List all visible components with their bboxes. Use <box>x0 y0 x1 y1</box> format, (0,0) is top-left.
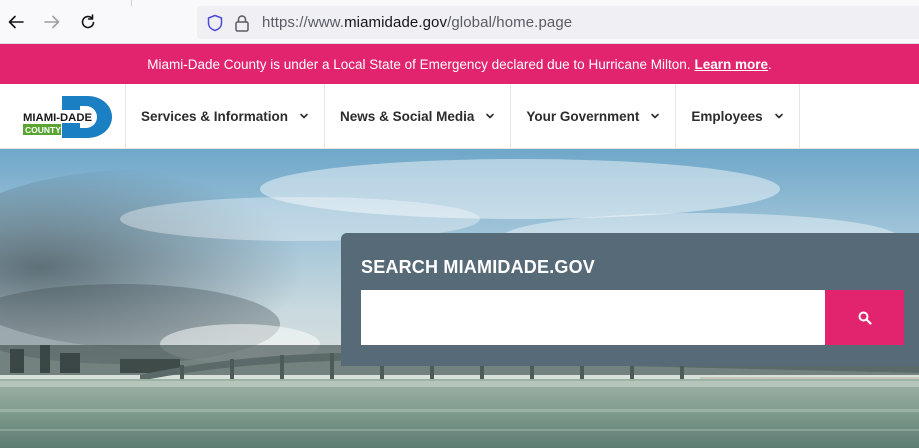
main-navigation: Services & Information News & Social Med… <box>126 84 800 148</box>
url-path: /global/home.page <box>447 14 573 31</box>
learn-more-link[interactable]: Learn more <box>694 57 768 72</box>
chevron-down-icon <box>651 113 660 119</box>
arrow-right-icon <box>44 15 60 29</box>
site-header: MIAMI-DADE COUNTY Services & Information… <box>0 84 919 149</box>
lock-icon[interactable] <box>234 14 250 32</box>
chevron-down-icon <box>300 113 308 119</box>
nav-news-social-media[interactable]: News & Social Media <box>325 84 512 148</box>
reload-icon <box>81 14 95 29</box>
tab-divider <box>131 0 132 6</box>
nav-label: Services & Information <box>141 108 289 124</box>
emergency-alert-banner: Miami-Dade County is under a Local State… <box>0 44 919 84</box>
nav-employees[interactable]: Employees <box>676 84 800 148</box>
url-domain: miamidade.gov <box>344 14 448 31</box>
search-button[interactable] <box>825 290 904 345</box>
url-prefix: https://www. <box>262 14 345 31</box>
nav-label: Your Government <box>526 108 640 124</box>
search-title: SEARCH MIAMIDADE.GOV <box>361 257 596 277</box>
logo-line2: COUNTY <box>25 125 61 135</box>
arrow-left-icon <box>8 15 24 29</box>
search-panel: SEARCH MIAMIDADE.GOV <box>341 233 919 366</box>
nav-label: News & Social Media <box>340 108 475 124</box>
search-input[interactable] <box>361 290 825 345</box>
forward-button[interactable] <box>40 10 64 34</box>
miami-dade-logo[interactable]: MIAMI-DADE COUNTY <box>22 96 112 138</box>
nav-your-government[interactable]: Your Government <box>511 84 677 148</box>
chevron-down-icon <box>774 113 783 119</box>
nav-services-information[interactable]: Services & Information <box>126 84 326 148</box>
address-bar[interactable]: https://www.miamidade.gov/global/home.pa… <box>197 6 919 39</box>
url-text[interactable]: https://www.miamidade.gov/global/home.pa… <box>262 14 572 31</box>
alert-suffix: . <box>768 56 772 72</box>
back-button[interactable] <box>4 10 28 34</box>
nav-label: Employees <box>691 108 763 124</box>
tracking-protection-shield-icon[interactable] <box>206 14 224 32</box>
reload-button[interactable] <box>76 10 100 34</box>
alert-message: Miami-Dade County is under a Local State… <box>147 56 691 72</box>
logo-line1: MIAMI-DADE <box>23 112 92 124</box>
search-icon <box>858 311 872 325</box>
chevron-down-icon <box>486 113 495 119</box>
browser-toolbar: https://www.miamidade.gov/global/home.pa… <box>0 0 919 44</box>
